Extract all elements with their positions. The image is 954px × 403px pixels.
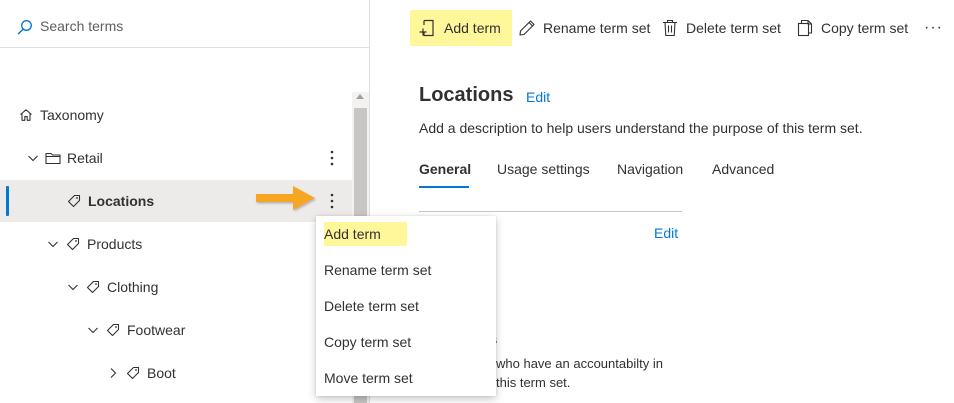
tag-icon — [85, 279, 101, 295]
more-vertical-icon[interactable] — [324, 191, 340, 211]
tree-item-footwear[interactable]: Footwear — [0, 309, 352, 351]
tab-navigation[interactable]: Navigation — [617, 161, 683, 177]
chevron-down-icon[interactable] — [45, 236, 61, 252]
search-icon — [17, 20, 32, 35]
tag-icon — [125, 365, 141, 381]
search-box[interactable] — [0, 0, 369, 48]
tag-icon — [65, 236, 81, 252]
arrow-annotation-icon — [256, 186, 315, 210]
home-icon — [18, 107, 34, 123]
rename-term-set-button[interactable]: Rename term set — [517, 10, 650, 46]
chevron-right-icon[interactable] — [105, 365, 121, 381]
tab-advanced[interactable]: Advanced — [712, 161, 774, 177]
active-tab-indicator — [419, 186, 469, 188]
tab-usage-settings[interactable]: Usage settings — [497, 161, 590, 177]
tree-item-label: Retail — [67, 150, 103, 166]
copy-term-set-button[interactable]: Copy term set — [795, 10, 908, 46]
context-menu: Add term Rename term set Delete term set… — [316, 216, 496, 396]
copy-icon — [795, 18, 815, 38]
tree-item-label: Products — [87, 236, 143, 252]
search-input[interactable] — [40, 14, 340, 38]
chevron-down-icon[interactable] — [25, 150, 41, 166]
tree-item-label: Taxonomy — [40, 107, 104, 123]
more-horizontal-icon: ··· — [924, 19, 943, 36]
menu-item-copy-term-set[interactable]: Copy term set — [316, 324, 496, 360]
tree-item-label: Locations — [88, 193, 155, 209]
section-text-line: who have an accountabilty in — [496, 356, 663, 371]
scroll-up-arrow-icon[interactable] — [356, 94, 364, 99]
tree-item-clothing[interactable]: Clothing — [0, 266, 352, 308]
add-document-icon — [418, 18, 438, 38]
chevron-down-icon[interactable] — [85, 322, 101, 338]
more-vertical-icon[interactable] — [324, 148, 340, 168]
tag-icon — [66, 193, 82, 209]
delete-term-set-button[interactable]: Delete term set — [660, 10, 781, 46]
term-set-description: Add a description to help users understa… — [419, 120, 863, 136]
tree-item-retail[interactable]: Retail — [0, 137, 352, 179]
chevron-down-icon[interactable] — [65, 279, 81, 295]
tree-item-label: Clothing — [107, 279, 159, 295]
tree-item-taxonomy[interactable]: Taxonomy — [0, 94, 352, 136]
trash-icon — [660, 18, 680, 38]
section-edit-link[interactable]: Edit — [654, 225, 678, 241]
menu-item-delete-term-set[interactable]: Delete term set — [316, 288, 496, 324]
tag-icon — [105, 322, 121, 338]
menu-item-add-term[interactable]: Add term — [316, 216, 496, 252]
selection-indicator — [6, 186, 9, 216]
menu-item-rename-term-set[interactable]: Rename term set — [316, 252, 496, 288]
title-edit-link[interactable]: Edit — [526, 89, 550, 105]
tree-item-label: Footwear — [127, 322, 186, 338]
more-options-button[interactable]: ··· — [924, 10, 943, 46]
menu-item-move-term-set[interactable]: Move term set — [316, 360, 496, 396]
tab-general[interactable]: General — [419, 161, 471, 177]
pencil-icon — [517, 18, 537, 38]
section-text-line: this term set. — [496, 375, 571, 390]
folder-icon — [45, 150, 61, 166]
tree-item-products[interactable]: Products — [0, 223, 352, 265]
divider — [419, 211, 682, 212]
tree-item-label: Boot — [147, 365, 176, 381]
tree-item-boot[interactable]: Boot — [0, 352, 352, 394]
add-term-button[interactable]: Add term — [410, 10, 512, 46]
page-title: Locations — [419, 84, 514, 106]
